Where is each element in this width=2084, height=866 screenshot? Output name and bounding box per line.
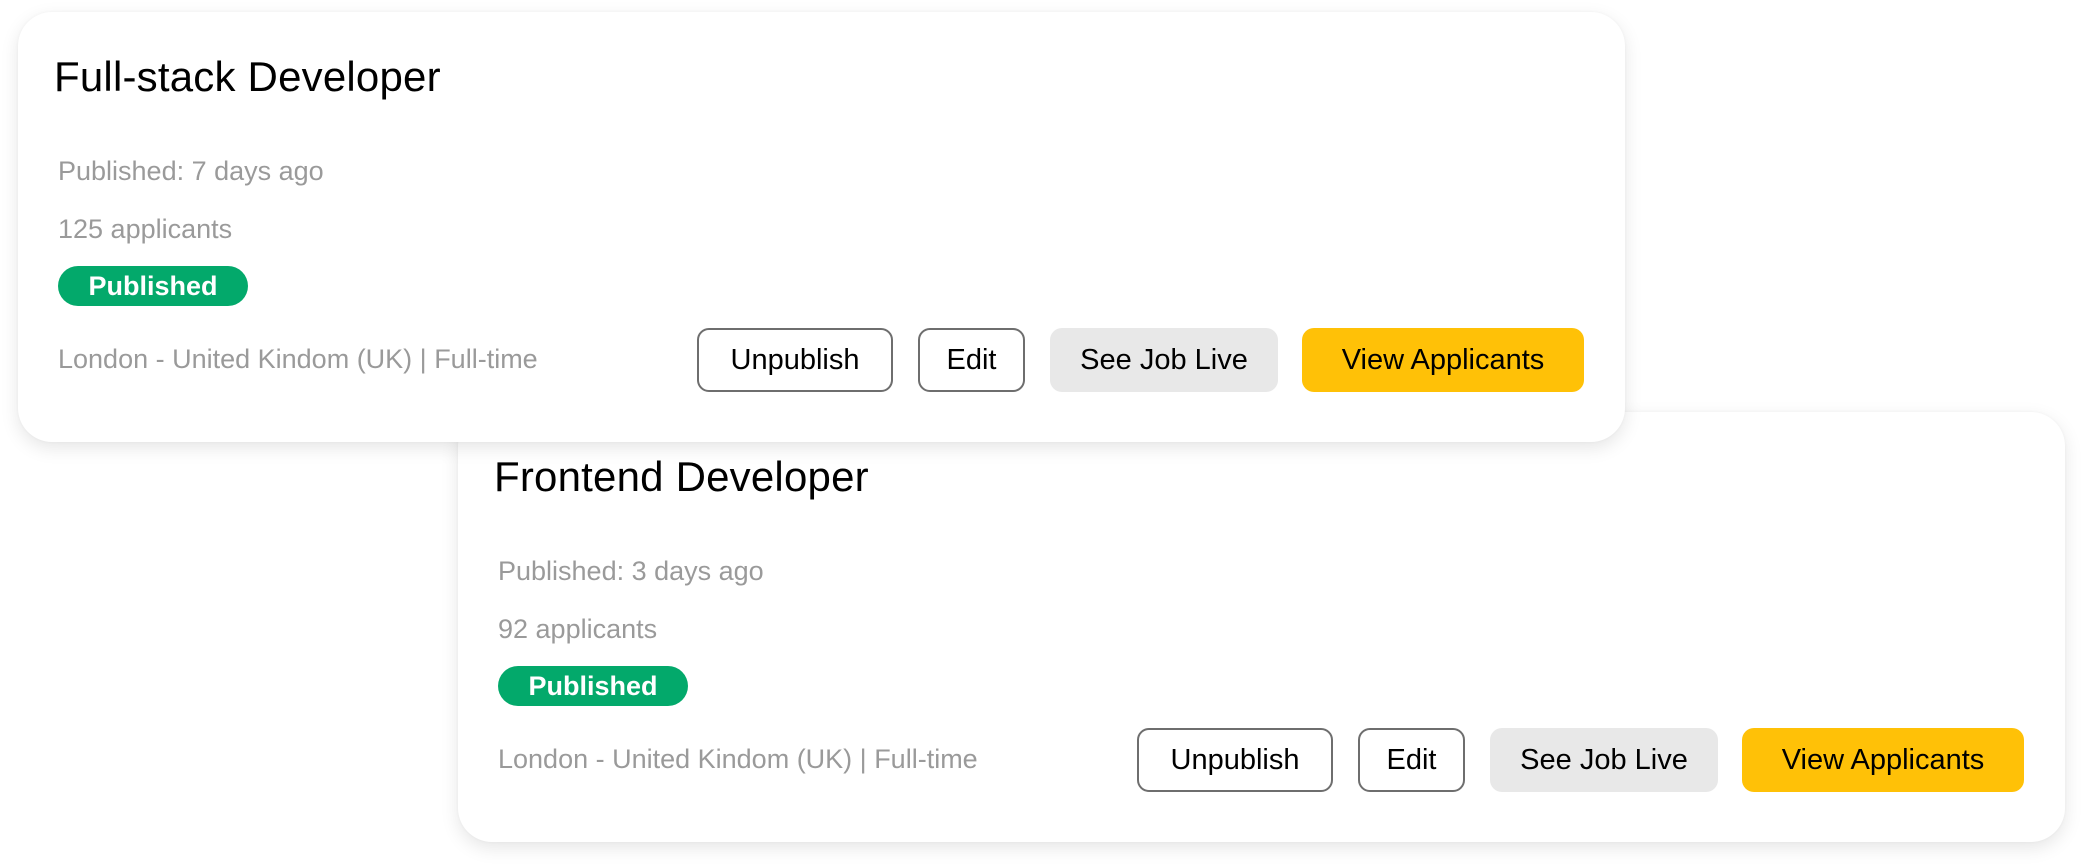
edit-button[interactable]: Edit [918, 328, 1025, 392]
view-applicants-button[interactable]: View Applicants [1302, 328, 1584, 392]
unpublish-button[interactable]: Unpublish [1137, 728, 1333, 792]
unpublish-button[interactable]: Unpublish [697, 328, 893, 392]
edit-button[interactable]: Edit [1358, 728, 1465, 792]
view-applicants-button[interactable]: View Applicants [1742, 728, 2024, 792]
job-location: London - United Kindom (UK) | Full-time [58, 344, 538, 374]
job-card: Frontend Developer Published: 3 days ago… [458, 412, 2065, 842]
job-title: Frontend Developer [494, 453, 869, 500]
applicant-count: 125 applicants [58, 214, 233, 244]
status-badge: Published [58, 266, 248, 306]
published-date: Published: 7 days ago [58, 156, 324, 186]
see-job-live-button[interactable]: See Job Live [1490, 728, 1718, 792]
published-date: Published: 3 days ago [498, 556, 764, 586]
job-title: Full-stack Developer [54, 53, 441, 100]
job-card: Full-stack Developer Published: 7 days a… [18, 12, 1625, 442]
applicant-count: 92 applicants [498, 614, 658, 644]
status-badge: Published [498, 666, 688, 706]
job-location: London - United Kindom (UK) | Full-time [498, 744, 978, 774]
see-job-live-button[interactable]: See Job Live [1050, 328, 1278, 392]
